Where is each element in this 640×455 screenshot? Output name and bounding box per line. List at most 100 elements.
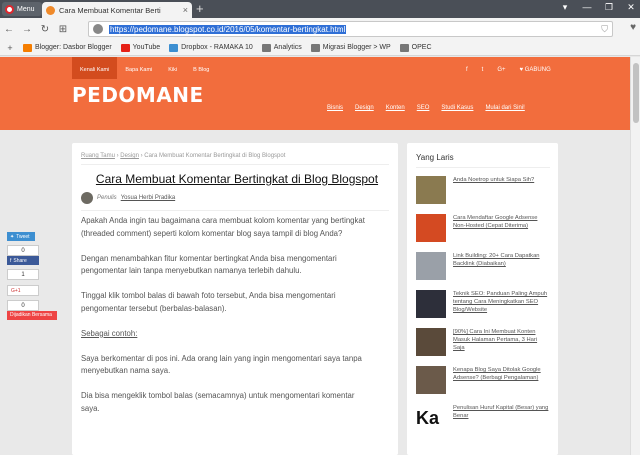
security-badge-icon[interactable] — [93, 24, 103, 34]
breadcrumb-category[interactable]: Design — [120, 153, 139, 159]
nav-design[interactable]: Design — [355, 105, 374, 111]
thumbnail-image[interactable] — [416, 176, 446, 204]
blogger-icon — [23, 43, 32, 52]
thumbnail-image[interactable] — [416, 214, 446, 242]
thumbnail-image[interactable] — [416, 366, 446, 394]
youtube-icon — [120, 43, 130, 52]
divider — [81, 210, 389, 211]
list-item[interactable]: Anda Noetrop untuk Siapa Sih? — [416, 176, 550, 208]
google-plus-icon[interactable]: G+ — [497, 67, 505, 73]
site-header: Kenali Kami Bapa Kami Kiki B Blog f t G+… — [0, 57, 630, 130]
post-link[interactable]: Kenapa Blog Saya Ditolak Google Adsense?… — [453, 366, 550, 382]
address-bar[interactable]: https://pedomane.blogspot.co.id/2016/05/… — [88, 21, 613, 37]
tab-menu-icon[interactable]: ▾ — [558, 2, 572, 13]
nav-seo[interactable]: SEO — [417, 105, 430, 111]
back-icon[interactable]: ← — [0, 24, 18, 35]
opera-logo-icon — [5, 4, 14, 14]
paragraph: Dengan menambahkan fitur komentar bertin… — [81, 253, 337, 276]
list-item[interactable]: Teknik SEO: Panduan Paling Ampuh tentang… — [416, 290, 550, 322]
forward-icon[interactable]: → — [18, 24, 36, 35]
speed-dial-icon[interactable]: ⊞ — [54, 24, 72, 35]
bookmarks-bar: + Blogger: Dasbor Blogger YouTube Dropbo… — [0, 40, 640, 56]
facebook-share-button[interactable]: f Share — [7, 256, 39, 265]
bookmark-blogger[interactable]: Blogger: Dasbor Blogger — [23, 43, 112, 52]
bookmark-label: Dropbox - RAMAKA 10 — [181, 44, 253, 51]
heart-icon[interactable]: ♥ — [630, 22, 636, 33]
topnav-item[interactable]: Kiki — [160, 57, 185, 79]
list-item[interactable]: Kenapa Blog Saya Ditolak Google Adsense?… — [416, 366, 550, 398]
breadcrumb-current: Cara Membuat Komentar Bertingkat di Blog… — [144, 153, 286, 159]
post-link[interactable]: Cara Mendaftar Google Adsense Non-Hosted… — [453, 214, 550, 230]
url-text[interactable]: https://pedomane.blogspot.co.id/2016/05/… — [109, 24, 347, 34]
browser-tab-active[interactable]: Cara Membuat Komentar Berti × — [42, 2, 192, 18]
google-plus-button[interactable]: G+1 — [7, 285, 39, 296]
page-scrollbar[interactable] — [630, 57, 640, 455]
thumbnail-image[interactable]: Ka — [416, 404, 446, 432]
example-heading: Sebagai contoh: — [81, 328, 138, 338]
close-window-icon[interactable]: ✕ — [624, 2, 638, 13]
shield-icon[interactable]: ⛉ — [601, 24, 608, 35]
tab-close-icon[interactable]: × — [183, 5, 188, 15]
bookmark-dropbox[interactable]: Dropbox - RAMAKA 10 — [169, 43, 253, 52]
folder-icon — [399, 43, 409, 52]
social-links: f t G+ ♥ GABUNG — [466, 67, 551, 73]
list-item[interactable]: Cara Mendaftar Google Adsense Non-Hosted… — [416, 214, 550, 246]
list-item[interactable]: Link Building: 20+ Cara Dapatkan Backlin… — [416, 252, 550, 284]
scrollbar-thumb[interactable] — [633, 63, 639, 123]
nav-bisnis[interactable]: Bisnis — [327, 105, 343, 111]
popular-posts-widget: Yang Laris Anda Noetrop untuk Siapa Sih?… — [407, 143, 558, 455]
thumbnail-image[interactable] — [416, 328, 446, 356]
share-bar: ✦ Tweet 0 f Share 1 G+1 0 Dijadikan Bers… — [7, 232, 57, 320]
topnav-item[interactable]: B Blog — [185, 57, 217, 79]
post-link[interactable]: Link Building: 20+ Cara Dapatkan Backlin… — [453, 252, 550, 268]
bookmark-label: OPEC — [411, 44, 432, 51]
save-button[interactable]: Dijadikan Bersama — [7, 311, 57, 320]
menu-label: Menu — [17, 5, 35, 13]
bookmark-migrasi[interactable]: Migrasi Blogger > WP — [310, 43, 391, 52]
facebook-count: 1 — [7, 269, 39, 280]
facebook-icon: f — [10, 257, 12, 264]
nav-mulai[interactable]: Mulai dari Sini! — [485, 105, 524, 111]
nav-studi-kasus[interactable]: Studi Kasus — [441, 105, 473, 111]
author-link[interactable]: Yosua Herbi Pradika — [121, 195, 175, 201]
bookmark-opec[interactable]: OPEC — [399, 43, 432, 52]
main-nav: Bisnis Design Konten SEO Studi Kasus Mul… — [327, 105, 525, 111]
breadcrumb-home[interactable]: Ruang Tamu — [81, 153, 115, 159]
tab-title: Cara Membuat Komentar Berti — [59, 5, 161, 15]
post-title[interactable]: Cara Membuat Komentar Bertingkat di Blog… — [81, 172, 393, 186]
bookmark-label: Analytics — [273, 44, 302, 51]
post-link[interactable]: Teknik SEO: Panduan Paling Ampuh tentang… — [453, 290, 550, 314]
site-logo[interactable]: PEDOMANE — [72, 83, 204, 107]
facebook-icon[interactable]: f — [466, 67, 468, 73]
address-bar-actions: ⛉ — [601, 24, 608, 35]
join-link[interactable]: ♥ GABUNG — [520, 67, 551, 73]
bookmark-analytics[interactable]: Analytics — [261, 43, 302, 52]
post-link[interactable]: [90%] Cara Ini Membuat Konten Masuk Hala… — [453, 328, 550, 352]
thumbnail-image[interactable] — [416, 252, 446, 280]
nav-konten[interactable]: Konten — [386, 105, 405, 111]
minimize-icon[interactable]: — — [580, 2, 594, 13]
browser-titlebar: Menu Cara Membuat Komentar Berti × + ▾ —… — [0, 0, 640, 18]
bookmark-youtube[interactable]: YouTube — [120, 43, 160, 52]
twitter-icon[interactable]: t — [482, 67, 484, 73]
tweet-button[interactable]: ✦ Tweet — [7, 232, 35, 241]
list-item[interactable]: Ka Penulisan Huruf Kapital (Besar) yang … — [416, 404, 550, 436]
folder-icon — [261, 43, 271, 52]
thumbnail-image[interactable] — [416, 290, 446, 318]
topnav-item[interactable]: Kenali Kami — [72, 57, 118, 79]
reload-icon[interactable]: ↻ — [36, 24, 54, 35]
topnav-item[interactable]: Bapa Kami — [117, 57, 160, 79]
add-bookmark-icon[interactable]: + — [6, 43, 14, 53]
widget-title: Yang Laris — [416, 153, 454, 162]
maximize-icon[interactable]: ❐ — [602, 2, 616, 13]
post-link[interactable]: Penulisan Huruf Kapital (Besar) yang Ben… — [453, 404, 550, 420]
list-item[interactable]: [90%] Cara Ini Membuat Konten Masuk Hala… — [416, 328, 550, 360]
bookmark-label: Blogger: Dasbor Blogger — [35, 44, 112, 51]
paragraph: Dia bisa mengeklik tombol balas (semacam… — [81, 391, 355, 413]
new-tab-button[interactable]: + — [196, 1, 204, 16]
gplus-count: 0 — [7, 300, 39, 311]
twitter-icon: ✦ — [10, 233, 15, 240]
divider — [416, 167, 550, 168]
post-link[interactable]: Anda Noetrop untuk Siapa Sih? — [453, 176, 550, 184]
opera-menu-button[interactable]: Menu — [2, 2, 42, 16]
